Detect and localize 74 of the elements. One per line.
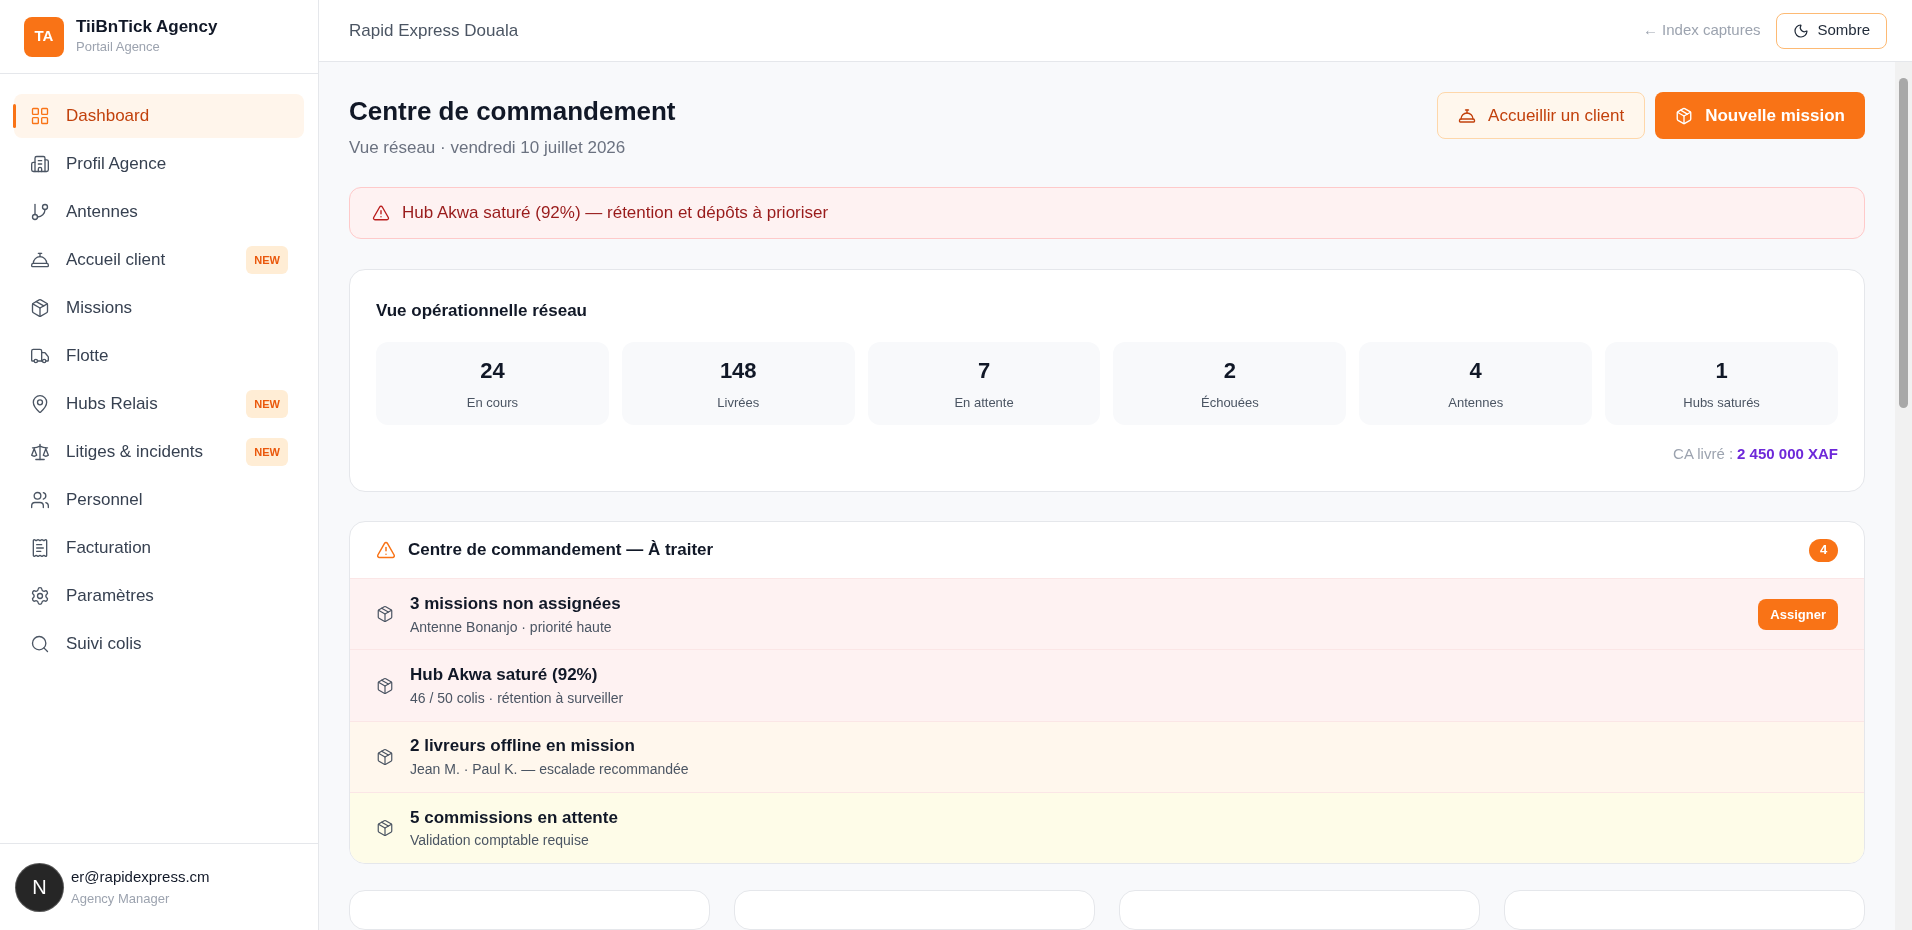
service-bell-icon (1458, 106, 1477, 125)
stat-label: Hubs saturés (1683, 393, 1760, 412)
stat-value: 4 (1469, 356, 1482, 385)
branch-icon (30, 202, 50, 222)
users-icon (30, 490, 50, 510)
agency-name: Rapid Express Douala (349, 19, 519, 42)
task-detail: Validation comptable requise (410, 831, 590, 851)
map-pin-icon (30, 394, 50, 414)
revenue-value: 2 450 000 XAF (1737, 443, 1838, 464)
task-detail: Antenne Bonanjo · priorité haute (410, 617, 613, 637)
active-indicator (13, 104, 16, 128)
stat-label: En attente (954, 393, 1014, 412)
stat-label: Livrées (717, 393, 760, 412)
service-bell-icon (30, 250, 50, 270)
brand-logo: TA (24, 16, 64, 57)
dashboard-icon (30, 106, 50, 126)
task-detail: Jean M. · Paul K. — escalade recommandée (410, 759, 690, 779)
new-badge: NEW (246, 437, 288, 467)
theme-button[interactable]: Sombre (1776, 12, 1887, 49)
stat-label: Échouées (1201, 393, 1259, 412)
nav-item[interactable]: Suivi colis (14, 622, 304, 666)
package-icon (376, 676, 394, 695)
task-title: 5 commissions en attente (410, 806, 619, 829)
warning-icon (372, 203, 390, 222)
alert-text: Hub Akwa saturé (92%) — rétention et dépôts à prioriser (402, 202, 829, 225)
new-badge: NEW (246, 389, 288, 419)
settings-icon (30, 586, 50, 606)
stat-value: 24 (480, 356, 505, 385)
stat-value: 1 (1715, 356, 1728, 385)
count-badge: 4 (1809, 538, 1838, 562)
nav-item[interactable]: Paramètres (14, 574, 304, 618)
search-icon (30, 634, 50, 654)
nav-item[interactable]: Dashboard (14, 94, 304, 138)
package-icon (376, 818, 394, 837)
revenue-label: CA livré : (1673, 443, 1734, 464)
user-role: Agency Manager (71, 889, 171, 908)
building-icon (30, 154, 50, 174)
new-badge: NEW (246, 245, 288, 275)
package-icon (1675, 106, 1694, 125)
page-title: Centre de commandement (349, 95, 676, 128)
brand-subtitle: Portail Agence (76, 38, 161, 57)
nav-item[interactable]: Profil Agence (14, 142, 304, 186)
task-title: Hub Akwa saturé (92%) (410, 664, 599, 687)
package-icon (376, 605, 394, 624)
stat-value: 2 (1223, 356, 1237, 385)
package-icon (30, 298, 50, 318)
moon-icon (1793, 22, 1810, 39)
user-email: er@rapidexpress.cm (71, 867, 210, 887)
package-icon (376, 747, 394, 766)
task-detail: 46 / 50 colis · rétention à surveiller (410, 688, 625, 708)
nav-item[interactable]: Facturation (14, 526, 304, 570)
warning-icon (376, 540, 396, 561)
receipt-icon (30, 538, 50, 558)
task-title: 3 missions non assignées (410, 593, 622, 616)
nav-item[interactable]: Flotte (14, 334, 304, 378)
task-title: 2 livreurs offline en mission (410, 735, 636, 758)
floating-badge[interactable]: N (16, 863, 63, 911)
stat-label: Antennes (1448, 393, 1504, 412)
stat-label: En cours (466, 393, 519, 412)
tasks-title: Centre de commandement — À traiter (408, 539, 715, 562)
welcome-client-button[interactable]: Accueillir un client (1437, 92, 1646, 139)
scale-icon (30, 442, 50, 462)
truck-icon (30, 346, 50, 366)
page-subtitle: Vue réseau · vendredi 10 juillet 2026 (349, 137, 627, 159)
nav-item[interactable]: Antennes (14, 190, 304, 234)
nav-item[interactable]: Litiges & incidents NEW (14, 430, 304, 474)
brand-name: TiiBnTick Agency (76, 16, 218, 38)
nav-item[interactable]: Accueil client NEW (14, 238, 304, 282)
nav-item[interactable]: Personnel (14, 478, 304, 522)
overview-title: Vue opérationnelle réseau (376, 300, 588, 323)
nav-item[interactable]: Hubs Relais NEW (14, 382, 304, 426)
nav-item[interactable]: Missions (14, 286, 304, 330)
stat-value: 7 (977, 356, 991, 385)
stat-value: 148 (719, 356, 757, 385)
